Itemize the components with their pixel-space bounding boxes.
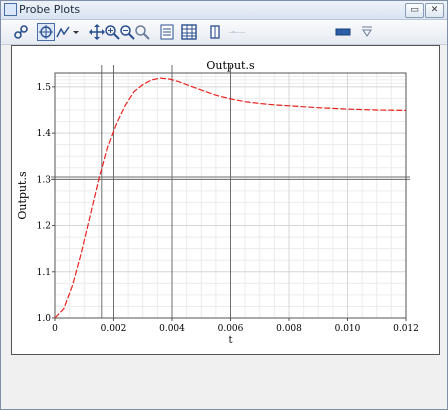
window-app-icon [4, 3, 17, 16]
y-tick-label: 1.4 [37, 129, 52, 139]
probe-plots-window: Probe Plots ▭ ✕ 0 0.002 0.004 0.006 0.00… [0, 0, 448, 410]
list-icon[interactable] [159, 24, 175, 40]
cursor-icon[interactable] [207, 24, 223, 40]
plot-panel[interactable]: 0 0.002 0.004 0.006 0.008 0.010 0.012 1.0 1.1 1.2… [11, 45, 440, 355]
y-axis-label: Output.s [16, 171, 29, 220]
zoom-in-icon[interactable] [104, 24, 120, 40]
chart-title: Output.s [206, 59, 255, 72]
zoom-fit-icon[interactable] [134, 24, 150, 40]
close-button[interactable]: ✕ [425, 3, 444, 18]
x-tick-label: 0.006 [218, 324, 244, 334]
x-axis-label: t [228, 335, 232, 346]
grid-icon[interactable] [181, 24, 197, 40]
pan-icon[interactable] [89, 24, 105, 40]
y-tick-label: 1.3 [37, 175, 52, 185]
y-tick-label: 1.2 [37, 222, 51, 232]
filter-icon[interactable] [359, 24, 375, 40]
x-tick-label: 0.002 [101, 324, 127, 334]
target-icon[interactable] [37, 23, 55, 41]
y-tick-label: 1.1 [37, 268, 51, 278]
output-chart[interactable]: 0 0.002 0.004 0.006 0.008 0.010 0.012 1.0 1.1 1.2… [12, 46, 439, 354]
color-swatch[interactable] [335, 24, 351, 40]
x-tick-label: 0.012 [393, 324, 419, 334]
y-tick-label: 1.0 [37, 314, 52, 324]
cursor-slider[interactable] [229, 24, 325, 40]
link-icon[interactable] [13, 24, 29, 40]
empty-panel-area [1, 355, 447, 409]
x-tick-label: 0.010 [335, 324, 361, 334]
window-title: Probe Plots [19, 3, 81, 16]
y-tick-label: 1.5 [37, 83, 52, 93]
dropdown-arrow-icon[interactable] [68, 24, 79, 40]
toolbar [1, 20, 447, 45]
restore-button[interactable]: ▭ [405, 3, 424, 18]
x-tick-label: 0.004 [159, 324, 185, 334]
title-bar: Probe Plots ▭ ✕ [1, 1, 447, 20]
x-tick-label: 0 [52, 324, 58, 334]
x-tick-label: 0.008 [276, 324, 302, 334]
zoom-out-icon[interactable] [119, 24, 135, 40]
